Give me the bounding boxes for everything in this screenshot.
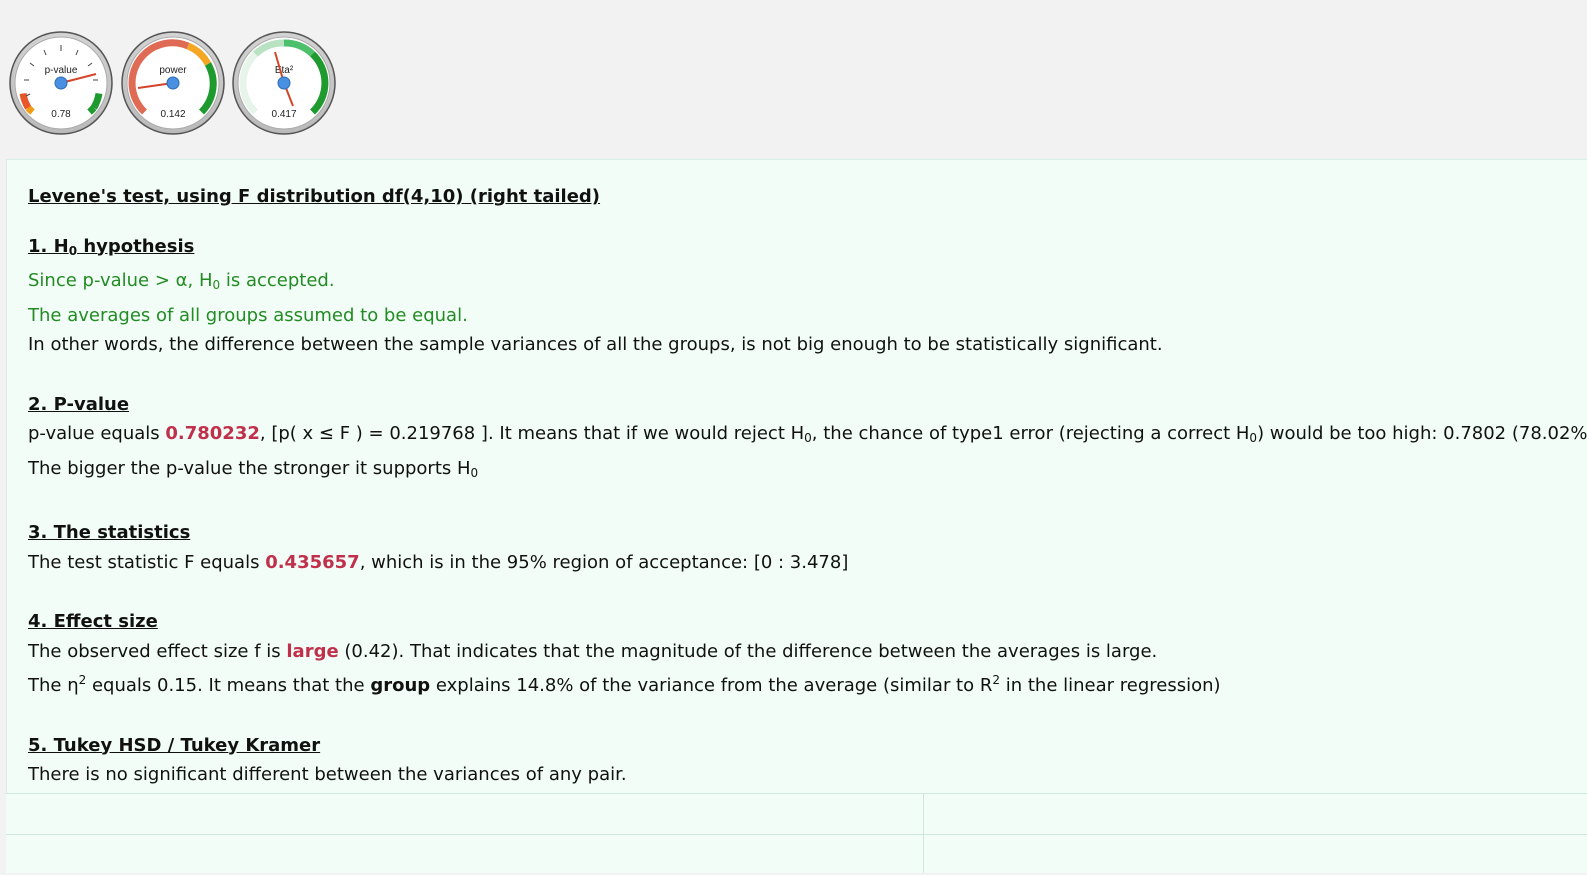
gauge-panel: p-value 0.78 power 0.142 Eta² 0.417 [8,30,348,140]
hypothesis-averages-text: The averages of all groups assumed to be… [28,304,468,326]
table-row [6,793,1587,834]
p-value-text: p-value equals 0.780232, [p( x ≤ F ) = 0… [28,423,1587,445]
effect-size-text: The observed effect size f is large (0.4… [28,640,1158,662]
eta-squared-gauge-svg: Eta² 0.417 [232,31,336,135]
power-gauge-value: 0.142 [160,109,185,120]
tukey-result-text: There is no significant different betwee… [28,764,627,785]
results-content: Levene's test, using F distribution df(4… [28,182,1587,820]
statistic-text: The test statistic F equals 0.435657, wh… [28,551,849,573]
p-value-gauge-value: 0.78 [51,109,71,120]
eta-squared-gauge: Eta² 0.417 [231,30,337,136]
eta-squared-gauge-label: Eta² [275,65,294,76]
section-p-value: 2. P-value p-value equals 0.780232, [p( … [28,390,1587,489]
p-value-gauge: p-value 0.78 [8,30,114,136]
p-value-gauge-svg: p-value 0.78 [9,31,113,135]
section-hypothesis-heading: 1. H0 hypothesis [28,235,195,258]
section-hypothesis: 1. H0 hypothesis Since p-value > α, H0 i… [28,232,1568,360]
power-gauge: power 0.142 [120,30,226,136]
hypothesis-accepted-text: Since p-value > α, H0 is accepted. [28,270,335,292]
p-value-gauge-label: p-value [45,65,78,76]
bottom-table [6,793,1587,873]
hypothesis-explanation-text: In other words, the difference between t… [28,334,1163,355]
f-statistic-highlight: 0.435657 [265,551,360,573]
effect-size-highlight: large [286,640,339,662]
eta-squared-gauge-value: 0.417 [271,109,296,120]
section-p-value-heading: 2. P-value [28,393,130,415]
eta-squared-text: The η2 equals 0.15. It means that the gr… [28,673,1221,696]
section-tukey-heading: 5. Tukey HSD / Tukey Kramer [28,734,321,756]
power-gauge-label: power [159,65,187,76]
section-tukey: 5. Tukey HSD / Tukey Kramer There is no … [28,731,1568,790]
table-column-divider [923,793,924,873]
section-effect-size-heading: 4. Effect size [28,611,158,632]
section-effect-size: 4. Effect size The observed effect size … [28,607,1568,701]
table-row [6,834,1587,875]
p-value-highlight: 0.780232 [165,423,260,444]
power-gauge-svg: power 0.142 [121,31,225,135]
section-statistics: 3. The statistics The test statistic F e… [28,518,1568,577]
p-value-support-text: The bigger the p-value the stronger it s… [28,457,479,480]
test-title: Levene's test, using F distribution df(4… [28,186,601,207]
section-statistics-heading: 3. The statistics [28,522,191,543]
results-panel: Levene's test, using F distribution df(4… [6,159,1587,800]
